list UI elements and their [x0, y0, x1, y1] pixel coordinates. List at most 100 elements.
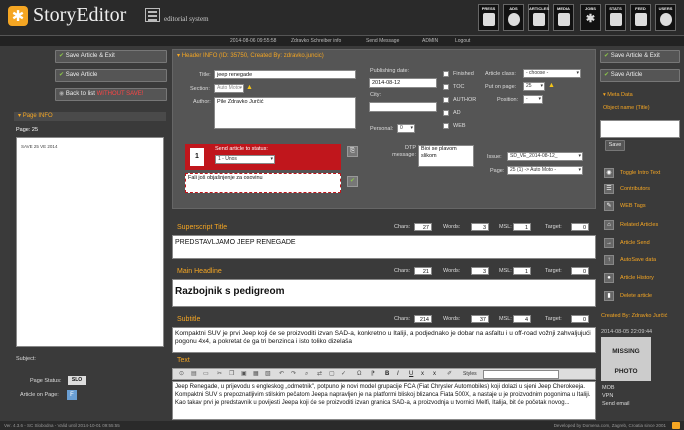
finished-checkbox[interactable]	[443, 71, 449, 77]
subtitle-input[interactable]: Kompaktni SUV je prvi Jeep koji će se pr…	[172, 327, 596, 353]
ad-checkbox[interactable]	[443, 110, 449, 116]
special-char-icon[interactable]: ⁋	[371, 371, 377, 377]
send-arrow-icon: →	[604, 238, 614, 248]
undo-icon[interactable]: ↶	[279, 371, 285, 377]
send-message-link[interactable]: Send Message	[366, 36, 399, 46]
headline-msl: 1	[513, 267, 531, 275]
redo-icon[interactable]: ↷	[291, 371, 297, 377]
subtitle-label: Subtitle	[177, 316, 201, 323]
article-history-link[interactable]: ● Article History	[604, 271, 684, 285]
toc-checkbox[interactable]	[443, 84, 449, 90]
toggle-icon: ◉	[604, 168, 614, 178]
toolbar-jobs[interactable]: JOBS ✱	[580, 4, 601, 31]
save-button-left[interactable]: ✔ Save Article	[55, 69, 167, 82]
web-checkbox[interactable]	[443, 123, 449, 129]
object-name-input[interactable]	[600, 120, 680, 138]
section-select[interactable]: Auto Moto	[214, 84, 244, 93]
remove-format-icon[interactable]: ✐	[447, 371, 453, 377]
copy-icon[interactable]: ⎘	[347, 146, 358, 157]
city-input[interactable]	[369, 102, 437, 112]
publishing-date-input[interactable]: 2014-08-12	[369, 78, 437, 88]
page-number: Page: 25	[16, 127, 39, 133]
position-select[interactable]: -	[523, 95, 543, 104]
toolbar-media[interactable]: MEDIA	[553, 4, 574, 31]
paste-text-icon[interactable]: ▦	[253, 371, 259, 377]
copy-text-icon[interactable]: ❐	[229, 371, 235, 377]
back-to-list-button[interactable]: ◉ Back to list WITHOUT SAVE!	[55, 88, 167, 101]
admin-link[interactable]: ADMIN	[422, 36, 438, 46]
italic-icon[interactable]: I	[397, 371, 403, 377]
subject-label: Subject:	[16, 356, 36, 362]
delete-article-link[interactable]: ▮ Delete article	[604, 289, 684, 303]
user-info-link[interactable]: Zdravko Schreiber info	[291, 36, 341, 46]
related-articles-link[interactable]: ⌂ Related Articles	[604, 218, 684, 232]
replace-icon[interactable]: ⇄	[317, 371, 323, 377]
preview-icon[interactable]: ▤	[191, 371, 197, 377]
toolbar-stats[interactable]: STATS	[605, 4, 626, 31]
issue-select[interactable]: SD_VE_2014-08-12_	[507, 152, 583, 161]
dtp-message-input[interactable]: Bioi se plavom slikom	[418, 145, 474, 167]
styles-select[interactable]	[483, 370, 559, 379]
meta-data-header[interactable]: ▾ Meta Data	[603, 92, 633, 98]
author-checkbox[interactable]	[443, 97, 449, 103]
toolbar-users[interactable]: USERS	[655, 4, 676, 31]
subtitle-target: 0	[571, 315, 589, 323]
paste-word-icon[interactable]: ▧	[265, 371, 271, 377]
author-label: Author:	[193, 99, 211, 105]
autosave-data-link[interactable]: ↑ AutoSave data	[604, 253, 684, 267]
missing-text: MISSING	[612, 348, 640, 355]
cut-icon[interactable]: ✂	[217, 371, 223, 377]
personal-select[interactable]: 0	[397, 124, 415, 133]
meta-save-button[interactable]: Save	[605, 140, 625, 151]
superscript-icon[interactable]: x	[433, 371, 439, 377]
author-input[interactable]: Pile Zdravko Jurčić	[214, 97, 356, 129]
footer-credits: Developed by Domena.com, Zagreb, Croatia…	[553, 423, 666, 428]
feed-icon	[634, 13, 647, 26]
toolbar-articles[interactable]: ARTICLES	[528, 4, 549, 31]
omega-icon[interactable]: Ω	[357, 371, 363, 377]
paste-icon[interactable]: ▣	[241, 371, 247, 377]
msl-label: MSL:	[499, 268, 512, 274]
dtp-message-label: DTP message:	[392, 145, 416, 158]
superscript-target: 0	[571, 223, 589, 231]
web-tags-link[interactable]: ✎ WEB Tags	[604, 199, 684, 213]
target-label: Target:	[545, 224, 562, 230]
personal-label: Personal:	[370, 126, 394, 132]
title-input[interactable]: jeep renegade	[214, 70, 356, 79]
select-all-icon[interactable]: ▢	[329, 371, 335, 377]
footer-logo-icon	[672, 422, 680, 429]
toolbar-press[interactable]: PRESS	[478, 4, 499, 31]
article-send-link[interactable]: → Article Send	[604, 236, 684, 250]
save-button-right[interactable]: ✔ Save Article	[600, 69, 680, 82]
page-thumbnail[interactable]: SAVE 25 VE 2014	[16, 137, 164, 347]
bold-icon[interactable]: B	[385, 371, 391, 377]
subscript-icon[interactable]: x	[421, 371, 427, 377]
article-text-editor[interactable]: Jeep Renegade, u prijevodu s engleskog „…	[172, 381, 596, 420]
toggle-intro-text-link[interactable]: ◉ Toggle Intro Text	[604, 166, 684, 180]
superscript-title-input[interactable]: PREDSTAVLJAMO JEEP RENEGADE	[172, 235, 596, 259]
save-exit-button-left[interactable]: ✔ Save Article & Exit	[55, 50, 167, 63]
logout-link[interactable]: Logout	[455, 36, 470, 46]
save-exit-button-right[interactable]: ✔ Save Article & Exit	[600, 50, 680, 63]
print-icon[interactable]: ▭	[203, 371, 209, 377]
find-icon[interactable]: ⌕	[305, 371, 311, 377]
mob-label: MOB	[602, 385, 615, 391]
main-headline-input[interactable]: Razbojnik s pedigreom	[172, 279, 596, 307]
confirm-check-icon[interactable]: ✔	[347, 176, 358, 187]
status-note-input[interactable]: Fali još objašnjenje za osovinu	[185, 173, 341, 193]
toolbar-ads[interactable]: ADS	[503, 4, 524, 31]
toolbar-feed[interactable]: FEED	[630, 4, 651, 31]
save-exit-suffix: & Exit	[99, 53, 115, 59]
spellcheck-icon[interactable]: ✓	[341, 371, 347, 377]
link-icon: ⌂	[604, 220, 614, 230]
source-icon[interactable]: ⊙	[179, 371, 185, 377]
underline-icon[interactable]: U	[409, 371, 415, 377]
send-email-link[interactable]: Send email	[602, 401, 630, 407]
put-on-page-select[interactable]: 25	[523, 82, 545, 91]
page-info-header[interactable]: ▾ Page INFO	[14, 112, 166, 121]
page-select[interactable]: 25 (1) -> Auto Moto -	[507, 166, 583, 175]
send-status-select[interactable]: 1 - Unos	[215, 155, 275, 164]
check-icon: ✔	[604, 72, 610, 78]
contributors-link[interactable]: ☰ Contributors	[604, 182, 684, 196]
article-class-select[interactable]: - choose -	[523, 69, 581, 78]
